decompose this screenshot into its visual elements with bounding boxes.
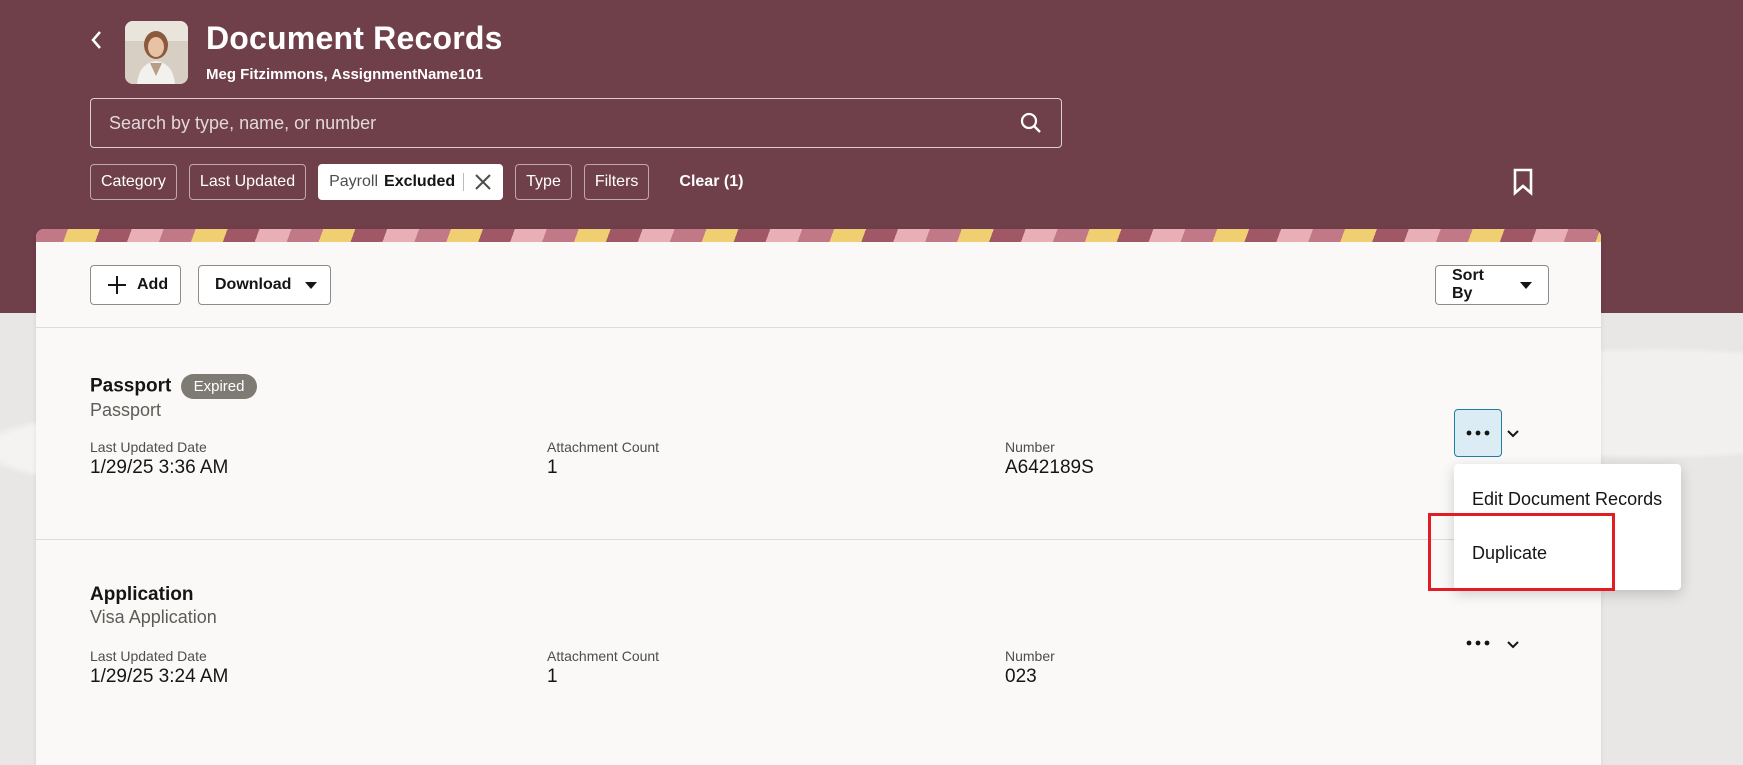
last-updated-field: Last Updated Date 1/29/25 3:36 AM [90,439,228,479]
status-badge: Expired [180,374,258,399]
record-title: Passport Expired [90,374,258,399]
add-button[interactable]: Add [90,265,181,305]
number-field: Number A642189S [1005,439,1094,479]
filter-last-updated[interactable]: Last Updated [188,164,307,200]
page-title: Document Records [206,20,503,56]
filter-filters[interactable]: Filters [583,164,650,200]
number-field: Number 023 [1005,648,1055,688]
field-label: Number [1005,439,1055,455]
plus-icon [107,275,127,295]
chevron-down-icon[interactable] [1505,425,1521,441]
attachment-count-field: Attachment Count 1 [547,648,659,688]
field-label: Attachment Count [547,648,660,664]
field-label: Last Updated Date [90,648,207,664]
card-banner [36,229,1601,242]
field-value: 1/29/25 3:24 AM [90,666,229,687]
toolbar: Add Download Sort By [36,242,1601,328]
filter-chips: Category Last Updated Payroll Excluded T… [90,164,743,200]
filter-payroll-label: Payroll [329,173,379,190]
download-button[interactable]: Download [198,265,331,305]
field-label: Attachment Count [547,439,660,455]
list-item[interactable]: Application Visa Application Last Update… [36,540,1601,750]
ellipsis-icon [1466,640,1490,646]
caret-down-icon [305,281,318,289]
filter-payroll-value: Excluded [384,173,456,190]
filter-type[interactable]: Type [515,164,572,200]
field-value: 1 [547,457,558,478]
field-value: A642189S [1005,457,1094,478]
menu-item-edit-document-records[interactable]: Edit Document Records [1472,489,1662,510]
field-label: Number [1005,648,1055,664]
more-actions-button[interactable] [1454,409,1502,457]
sort-by-label: Sort By [1452,267,1484,302]
more-actions-button[interactable] [1454,619,1502,667]
attachment-count-field: Attachment Count 1 [547,439,659,479]
field-value: 023 [1005,666,1037,687]
records-card: Add Download Sort By Passport Expired Pa… [36,229,1601,765]
search-icon[interactable] [1019,111,1043,135]
bookmark-icon[interactable] [1512,168,1534,196]
field-value: 1/29/25 3:36 AM [90,457,229,478]
highlight-box [1428,513,1615,591]
field-label: Last Updated Date [90,439,207,455]
page-subtitle: Meg Fitzimmons, AssignmentName101 [206,66,484,83]
search-box[interactable] [90,98,1062,148]
chevron-left-icon [91,31,101,49]
sort-by-button[interactable]: Sort By [1435,265,1549,305]
filter-payroll[interactable]: Payroll Excluded [318,164,504,200]
chip-separator [463,173,465,191]
clear-filters-link[interactable]: Clear (1) [679,173,743,191]
avatar [125,21,188,84]
close-icon[interactable] [472,171,494,193]
chevron-down-icon[interactable] [1505,636,1521,652]
caret-down-icon [1520,281,1532,289]
list-item[interactable]: Passport Expired Passport Last Updated D… [36,329,1601,539]
record-title-text: Passport [90,375,172,397]
back-button[interactable] [84,26,108,54]
add-button-label: Add [137,276,169,293]
record-title: Application [90,584,194,605]
field-value: 1 [547,666,558,687]
record-subtitle: Visa Application [90,607,217,627]
search-input[interactable] [109,112,1019,134]
filter-category[interactable]: Category [90,164,177,200]
last-updated-field: Last Updated Date 1/29/25 3:24 AM [90,648,228,688]
record-subtitle: Passport [90,400,162,420]
ellipsis-icon [1466,430,1490,436]
download-button-label: Download [215,276,292,293]
